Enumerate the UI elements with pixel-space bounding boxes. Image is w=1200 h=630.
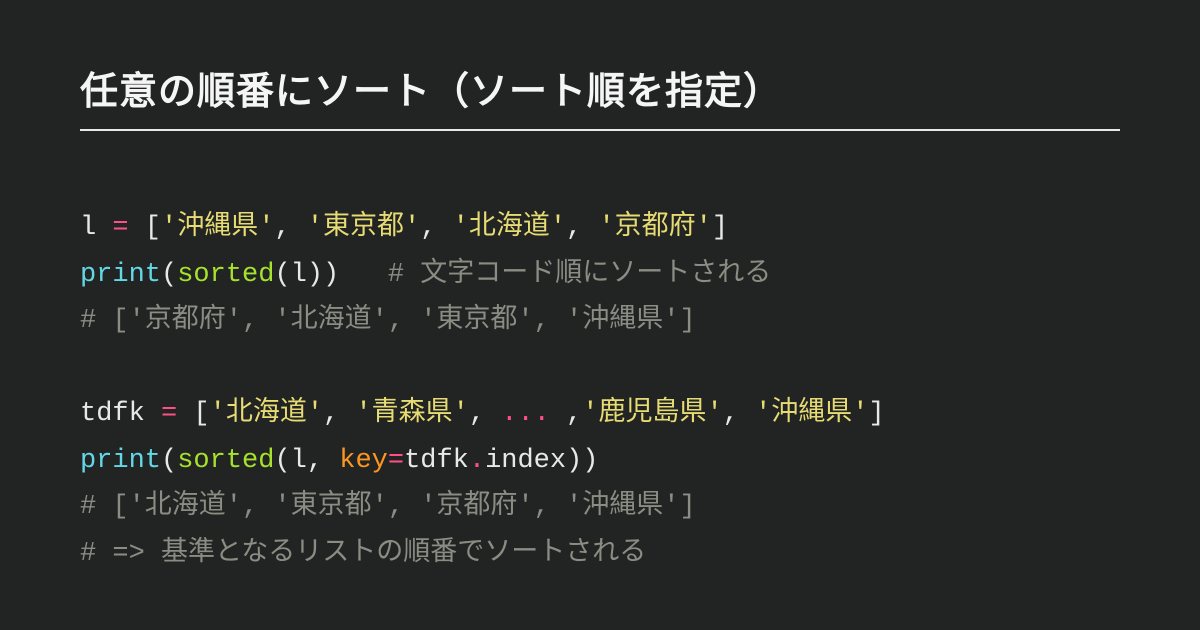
code-token: = <box>388 446 404 476</box>
code-token: , <box>274 213 306 243</box>
slide-title: 任意の順番にソート（ソート順を指定） <box>80 60 1120 131</box>
code-token: [ <box>177 399 209 429</box>
code-line: # ['北海道', '東京都', '京都府', '沖縄県'] <box>80 492 696 522</box>
code-token: '沖縄県' <box>161 213 274 243</box>
code-token: tdfk <box>80 399 161 429</box>
code-token: , <box>469 399 501 429</box>
code-token: , <box>566 213 598 243</box>
code-token: (l, <box>274 446 339 476</box>
code-token: , <box>420 213 452 243</box>
code-token: key <box>339 446 388 476</box>
code-token: ( <box>161 446 177 476</box>
code-token: , <box>323 399 355 429</box>
code-token: '京都府' <box>598 213 711 243</box>
code-token: ] <box>712 213 728 243</box>
code-token: [ <box>129 213 161 243</box>
code-line: # ['京都府', '北海道', '東京都', '沖縄県'] <box>80 306 696 336</box>
code-comment: # 文字コード順にソートされる <box>388 260 771 290</box>
code-token: = <box>112 213 128 243</box>
code-token: '北海道' <box>210 399 323 429</box>
code-token: sorted <box>177 260 274 290</box>
code-line: print(sorted(l)) # 文字コード順にソートされる <box>80 260 771 290</box>
code-token: '北海道' <box>453 213 566 243</box>
code-token: ( <box>161 260 177 290</box>
code-token: sorted <box>177 446 274 476</box>
code-comment: # => 基準となるリストの順番でソートされる <box>80 539 646 569</box>
code-token: l <box>80 213 112 243</box>
code-token: '青森県' <box>355 399 468 429</box>
slide-container: 任意の順番にソート（ソート順を指定） l = ['沖縄県', '東京都', '北… <box>0 0 1200 617</box>
code-token: = <box>161 399 177 429</box>
code-line: # => 基準となるリストの順番でソートされる <box>80 539 646 569</box>
code-token: '鹿児島県' <box>582 399 722 429</box>
code-comment: # ['京都府', '北海道', '東京都', '沖縄県'] <box>80 306 696 336</box>
code-token: ] <box>868 399 884 429</box>
code-token: print <box>80 260 161 290</box>
code-token: , <box>723 399 755 429</box>
code-token: print <box>80 446 161 476</box>
code-token: ... <box>501 399 550 429</box>
code-block: l = ['沖縄県', '東京都', '北海道', '京都府'] print(s… <box>80 159 1120 577</box>
code-token: '沖縄県' <box>755 399 868 429</box>
code-token: . <box>469 446 485 476</box>
code-token: '東京都' <box>307 213 420 243</box>
code-token: index)) <box>485 446 598 476</box>
code-line: l = ['沖縄県', '東京都', '北海道', '京都府'] <box>80 213 728 243</box>
code-line: print(sorted(l, key=tdfk.index)) <box>80 446 599 476</box>
code-token: , <box>550 399 582 429</box>
code-token: (l)) <box>274 260 387 290</box>
code-comment: # ['北海道', '東京都', '京都府', '沖縄県'] <box>80 492 696 522</box>
code-token: tdfk <box>404 446 469 476</box>
code-line: tdfk = ['北海道', '青森県', ... ,'鹿児島県', '沖縄県'… <box>80 399 885 429</box>
